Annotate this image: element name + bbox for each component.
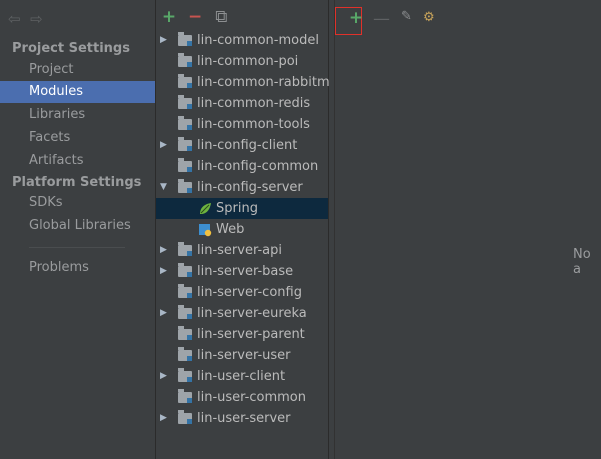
tree-module-lin-config-server[interactable]: ▼ lin-config-server <box>156 177 328 198</box>
pencil-icon[interactable]: ✎ <box>401 9 412 24</box>
minus-icon[interactable]: — <box>373 9 390 29</box>
module-folder-icon <box>178 326 192 340</box>
tree-module-lin-common-tools[interactable]: lin-common-tools <box>156 114 328 135</box>
expand-arrow-icon[interactable]: ▶ <box>160 303 170 324</box>
module-folder-icon <box>178 74 192 88</box>
module-folder-icon <box>178 158 192 172</box>
nav-item-artifacts[interactable]: Artifacts <box>0 150 155 172</box>
settings-sidebar: ⇦ ⇨ Project Settings Project Modules Lib… <box>0 0 156 459</box>
tree-module-lin-user-client[interactable]: ▶ lin-user-client <box>156 366 328 387</box>
module-folder-icon <box>178 32 192 46</box>
module-folder-icon <box>178 389 192 403</box>
nav-item-modules[interactable]: Modules <box>0 81 155 103</box>
tree-module-lin-server-user[interactable]: lin-server-user <box>156 345 328 366</box>
module-folder-icon <box>178 179 192 193</box>
tree-module-lin-config-client[interactable]: ▶ lin-config-client <box>156 135 328 156</box>
expand-arrow-icon[interactable]: ▶ <box>160 30 170 51</box>
nav-divider <box>29 247 125 248</box>
tree-toolbar: + − ⧉ <box>158 8 232 28</box>
tree-module-lin-server-parent[interactable]: lin-server-parent <box>156 324 328 345</box>
minus-icon[interactable]: − <box>184 8 206 26</box>
web-icon <box>199 224 212 237</box>
module-folder-icon <box>178 368 192 382</box>
collapse-arrow-icon[interactable]: ▼ <box>160 177 170 198</box>
nav-item-facets[interactable]: Facets <box>0 127 155 149</box>
nav-item-sdks[interactable]: SDKs <box>0 192 155 214</box>
forward-arrow-icon[interactable]: ⇨ <box>30 10 48 28</box>
expand-arrow-icon[interactable]: ▶ <box>160 240 170 261</box>
module-folder-icon <box>178 242 192 256</box>
tree-module-lin-common-poi[interactable]: lin-common-poi <box>156 51 328 72</box>
tree-module-lin-server-eureka[interactable]: ▶ lin-server-eureka <box>156 303 328 324</box>
platform-settings-header: Platform Settings <box>12 175 142 190</box>
module-folder-icon <box>178 410 192 424</box>
tools-icon[interactable]: ⚙ <box>423 10 435 25</box>
tree-module-lin-common-model[interactable]: ▶ lin-common-model <box>156 30 328 51</box>
tree-module-lin-config-common[interactable]: lin-config-common <box>156 156 328 177</box>
tree-module-lin-common-redis[interactable]: lin-common-redis <box>156 93 328 114</box>
module-folder-icon <box>178 137 192 151</box>
nav-item-problems[interactable]: Problems <box>0 257 155 279</box>
tree-module-lin-user-server[interactable]: ▶ lin-user-server <box>156 408 328 429</box>
copy-icon[interactable]: ⧉ <box>210 8 232 26</box>
empty-state-text: No a <box>573 247 591 277</box>
tree-module-lin-server-base[interactable]: ▶ lin-server-base <box>156 261 328 282</box>
tree-module-lin-server-config[interactable]: lin-server-config <box>156 282 328 303</box>
module-folder-icon <box>178 53 192 67</box>
back-arrow-icon[interactable]: ⇦ <box>8 10 26 28</box>
expand-arrow-icon[interactable]: ▶ <box>160 366 170 387</box>
facet-details-pane: + — ✎ ⚙ No a <box>329 0 601 459</box>
nav-item-libraries[interactable]: Libraries <box>0 104 155 126</box>
expand-arrow-icon[interactable]: ▶ <box>160 261 170 282</box>
project-settings-header: Project Settings <box>12 41 130 56</box>
pane-separator <box>334 0 335 459</box>
nav-arrows: ⇦ ⇨ <box>8 10 48 28</box>
nav-item-global-libraries[interactable]: Global Libraries <box>0 215 155 237</box>
expand-arrow-icon[interactable]: ▶ <box>160 135 170 156</box>
spring-leaf-icon <box>200 203 211 214</box>
tree-facet-web[interactable]: Web <box>156 219 328 240</box>
tree-module-lin-common-rabbitmq[interactable]: lin-common-rabbitmq <box>156 72 338 93</box>
modules-tree-pane: + − ⧉ ▶ lin-common-model lin-common-poi … <box>156 0 338 459</box>
tree-module-lin-user-common[interactable]: lin-user-common <box>156 387 328 408</box>
module-folder-icon <box>178 263 192 277</box>
plus-icon[interactable]: + <box>158 8 180 26</box>
tree-module-lin-server-api[interactable]: ▶ lin-server-api <box>156 240 328 261</box>
module-folder-icon <box>178 116 192 130</box>
module-folder-icon <box>178 284 192 298</box>
module-folder-icon <box>178 305 192 319</box>
nav-item-project[interactable]: Project <box>0 59 155 81</box>
plus-icon[interactable]: + <box>345 9 367 27</box>
tree-facet-spring[interactable]: Spring <box>156 198 328 219</box>
module-folder-icon <box>178 347 192 361</box>
expand-arrow-icon[interactable]: ▶ <box>160 408 170 429</box>
module-folder-icon <box>178 95 192 109</box>
